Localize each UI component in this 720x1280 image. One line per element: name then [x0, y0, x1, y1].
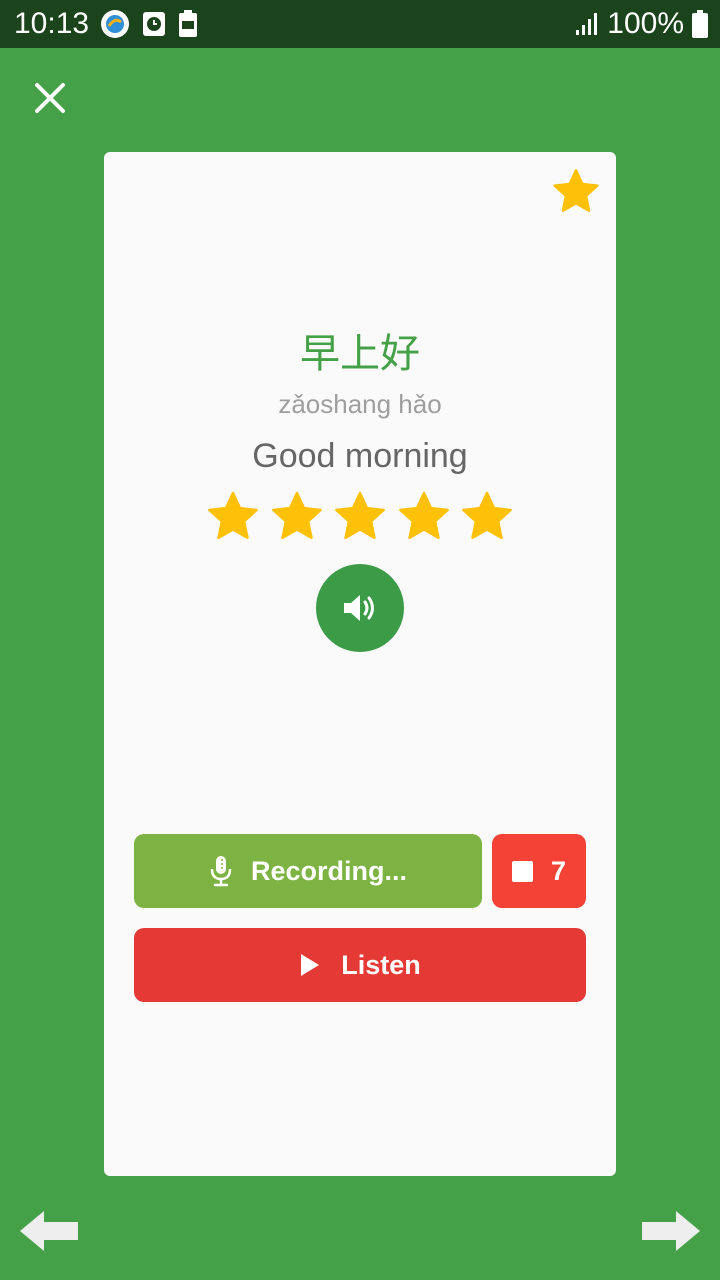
arrow-left-icon — [20, 1211, 78, 1251]
rating-star-icon — [208, 491, 258, 539]
battery-saver-icon — [179, 10, 197, 37]
hanzi-text: 早上好 — [300, 332, 420, 376]
speaker-icon — [344, 595, 374, 621]
status-right: 100% — [575, 6, 708, 42]
clock-app-icon — [143, 12, 165, 36]
recording-label: Recording... — [250, 855, 407, 886]
battery-icon — [692, 10, 708, 38]
listen-button[interactable]: Listen — [134, 928, 586, 1002]
battery-percent: 100% — [607, 7, 684, 40]
rating-stars — [204, 488, 516, 548]
app-notification-icon — [101, 10, 129, 38]
countdown-value: 7 — [550, 855, 567, 886]
close-icon — [35, 83, 65, 113]
play-audio-button[interactable] — [316, 564, 404, 652]
rating-star-icon — [398, 491, 449, 539]
close-button[interactable] — [28, 76, 72, 120]
rating-star-icon — [271, 491, 322, 539]
star-icon — [553, 169, 599, 212]
translation-text: Good morning — [252, 437, 468, 475]
status-bar: 10:13 100% — [0, 0, 720, 48]
status-notification-icons — [100, 9, 198, 39]
microphone-icon — [210, 856, 232, 887]
listen-label: Listen — [341, 949, 421, 980]
play-icon — [301, 954, 320, 976]
previous-button[interactable] — [18, 1208, 80, 1254]
arrow-right-icon — [642, 1211, 700, 1251]
next-button[interactable] — [640, 1208, 702, 1254]
rating-star-icon — [462, 491, 512, 539]
stop-icon — [511, 860, 533, 882]
status-time: 10:13 — [14, 7, 90, 40]
favorite-star-button[interactable] — [550, 166, 602, 218]
rating-star-icon — [335, 491, 385, 539]
stop-recording-button[interactable]: 7 — [492, 834, 586, 908]
lesson-card: 早上好 zǎoshang hǎo Good morning Recording.… — [104, 152, 616, 1176]
signal-icon — [576, 13, 598, 35]
pinyin-text: zǎoshang hǎo — [278, 389, 442, 419]
recording-button[interactable]: Recording... — [134, 834, 482, 908]
